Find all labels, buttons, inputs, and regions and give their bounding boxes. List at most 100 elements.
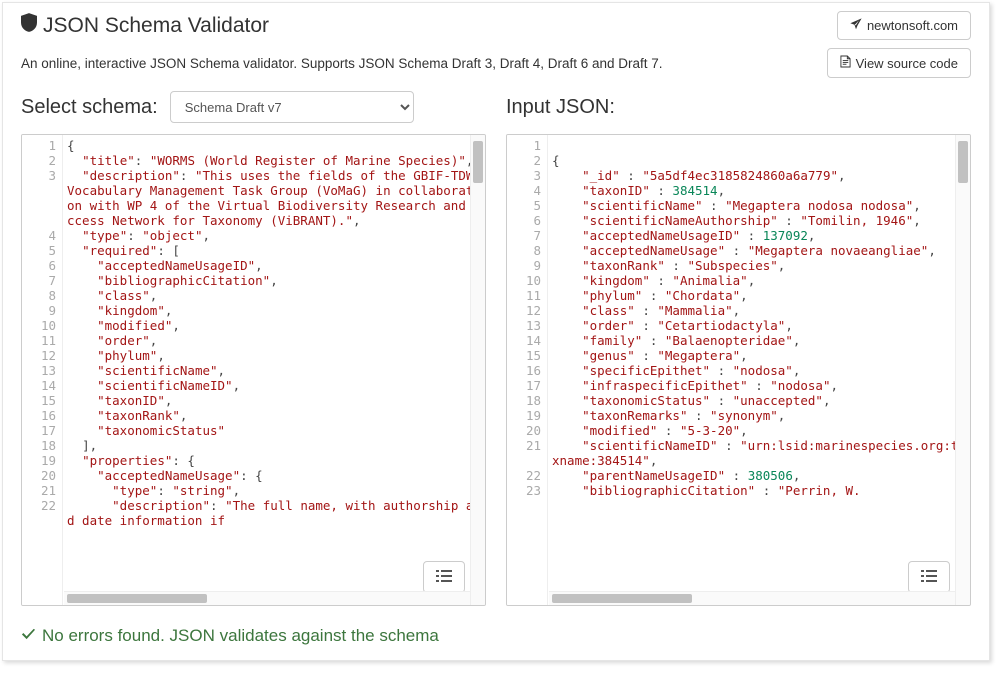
schema-scrollbar-vertical[interactable] xyxy=(470,135,485,605)
line-number: 7 xyxy=(507,228,547,243)
scrollbar-thumb[interactable] xyxy=(552,594,692,603)
schema-gutter: 12345678910111213141516171819202122 xyxy=(22,135,63,605)
line-number: 17 xyxy=(22,423,62,438)
code-line: "description": "This uses the fields of … xyxy=(67,168,481,228)
code-line: "genus" : "Megaptera", xyxy=(552,348,966,363)
line-number: 21 xyxy=(507,438,547,468)
json-settings-button[interactable] xyxy=(908,561,950,593)
code-line: "taxonID", xyxy=(67,393,481,408)
schema-code-area[interactable]: { "title": "WORMS (World Register of Mar… xyxy=(63,135,485,605)
subheader: An online, interactive JSON Schema valid… xyxy=(3,48,989,90)
code-line: "bibliographicCitation", xyxy=(67,273,481,288)
scrollbar-thumb[interactable] xyxy=(67,594,207,603)
code-line: "taxonRemarks" : "synonym", xyxy=(552,408,966,423)
json-code-area[interactable]: { "_id" : "5a5df4ec3185824860a6a779", "t… xyxy=(548,135,970,605)
code-line: "class" : "Mammalia", xyxy=(552,303,966,318)
line-number: 15 xyxy=(22,393,62,408)
code-line: "acceptedNameUsage": { xyxy=(67,468,481,483)
plane-icon xyxy=(850,18,862,33)
code-line: "description": "The full name, with auth… xyxy=(67,498,481,528)
schema-select[interactable]: Schema Draft v3Schema Draft v4Schema Dra… xyxy=(170,91,414,123)
line-number: 14 xyxy=(507,333,547,348)
schema-header: Select schema: Schema Draft v3Schema Dra… xyxy=(21,90,486,124)
line-number: 12 xyxy=(507,303,547,318)
code-line: "family" : "Balaenopteridae", xyxy=(552,333,966,348)
schema-column: Select schema: Schema Draft v3Schema Dra… xyxy=(21,90,486,606)
json-input-label: Input JSON: xyxy=(506,96,615,119)
header: JSON Schema Validator newtonsoft.com xyxy=(3,3,989,48)
line-number: 6 xyxy=(507,213,547,228)
code-line: "type": "object", xyxy=(67,228,481,243)
schema-settings-button[interactable] xyxy=(423,561,465,593)
code-line xyxy=(552,138,966,153)
code-line: "taxonomicStatus" : "unaccepted", xyxy=(552,393,966,408)
line-number: 11 xyxy=(22,333,62,348)
line-number: 17 xyxy=(507,378,547,393)
line-number: 14 xyxy=(22,378,62,393)
line-number: 5 xyxy=(507,198,547,213)
code-line: "scientificNameID" : "urn:lsid:marinespe… xyxy=(552,438,966,468)
line-number: 19 xyxy=(507,408,547,423)
code-line: ], xyxy=(67,438,481,453)
description-text: An online, interactive JSON Schema valid… xyxy=(21,56,663,71)
check-icon xyxy=(21,626,36,646)
json-column: Input JSON: 1234567891011121314151617181… xyxy=(506,90,971,606)
code-line: "specificEpithet" : "nodosa", xyxy=(552,363,966,378)
line-number: 3 xyxy=(507,168,547,183)
schema-editor[interactable]: 12345678910111213141516171819202122 { "t… xyxy=(21,134,486,606)
code-line: "class", xyxy=(67,288,481,303)
code-line: "required": [ xyxy=(67,243,481,258)
view-source-button[interactable]: View source code xyxy=(827,48,971,78)
line-number: 5 xyxy=(22,243,62,258)
line-number: 10 xyxy=(22,318,62,333)
code-line: { xyxy=(552,153,966,168)
line-number: 21 xyxy=(22,483,62,498)
line-number: 4 xyxy=(507,183,547,198)
code-line: "bibliographicCitation" : "Perrin, W. xyxy=(552,483,966,498)
json-gutter: 1234567891011121314151617181920212223 xyxy=(507,135,548,605)
code-line: "scientificName", xyxy=(67,363,481,378)
line-number: 13 xyxy=(22,363,62,378)
code-line: "properties": { xyxy=(67,453,481,468)
code-line: "acceptedNameUsageID" : 137092, xyxy=(552,228,966,243)
file-icon xyxy=(840,55,851,71)
main-panels: Select schema: Schema Draft v3Schema Dra… xyxy=(3,90,989,616)
code-line: "modified" : "5-3-20", xyxy=(552,423,966,438)
line-number: 2 xyxy=(507,153,547,168)
code-line: "taxonID" : 384514, xyxy=(552,183,966,198)
line-number: 18 xyxy=(22,438,62,453)
scrollbar-thumb[interactable] xyxy=(473,141,483,183)
line-number: 22 xyxy=(507,468,547,483)
line-number: 7 xyxy=(22,273,62,288)
newtonsoft-link-button[interactable]: newtonsoft.com xyxy=(837,11,971,40)
view-source-label: View source code xyxy=(856,56,958,71)
code-line: "phylum", xyxy=(67,348,481,363)
line-number: 20 xyxy=(507,423,547,438)
json-scrollbar-horizontal[interactable] xyxy=(549,591,955,605)
schema-scrollbar-horizontal[interactable] xyxy=(64,591,470,605)
line-number: 1 xyxy=(507,138,547,153)
code-line: { xyxy=(67,138,481,153)
line-number: 8 xyxy=(22,288,62,303)
code-line: "infraspecificEpithet" : "nodosa", xyxy=(552,378,966,393)
line-number: 18 xyxy=(507,393,547,408)
line-number: 9 xyxy=(22,303,62,318)
line-number: 16 xyxy=(22,408,62,423)
validation-message: No errors found. JSON validates against … xyxy=(21,626,971,646)
code-line: "taxonRank", xyxy=(67,408,481,423)
json-scrollbar-vertical[interactable] xyxy=(955,135,970,605)
line-number: 2 xyxy=(22,153,62,168)
newtonsoft-link-label: newtonsoft.com xyxy=(867,18,958,33)
scrollbar-thumb[interactable] xyxy=(958,141,968,183)
schema-select-label: Select schema: xyxy=(21,96,158,119)
code-line: "acceptedNameUsage" : "Megaptera novaean… xyxy=(552,243,966,258)
line-number: 16 xyxy=(507,363,547,378)
line-number: 3 xyxy=(22,168,62,228)
code-line: "order" : "Cetartiodactyla", xyxy=(552,318,966,333)
json-editor[interactable]: 1234567891011121314151617181920212223 { … xyxy=(506,134,971,606)
code-line: "scientificName" : "Megaptera nodosa nod… xyxy=(552,198,966,213)
code-line: "taxonRank" : "Subspecies", xyxy=(552,258,966,273)
line-number: 10 xyxy=(507,273,547,288)
code-line: "kingdom" : "Animalia", xyxy=(552,273,966,288)
line-number: 11 xyxy=(507,288,547,303)
